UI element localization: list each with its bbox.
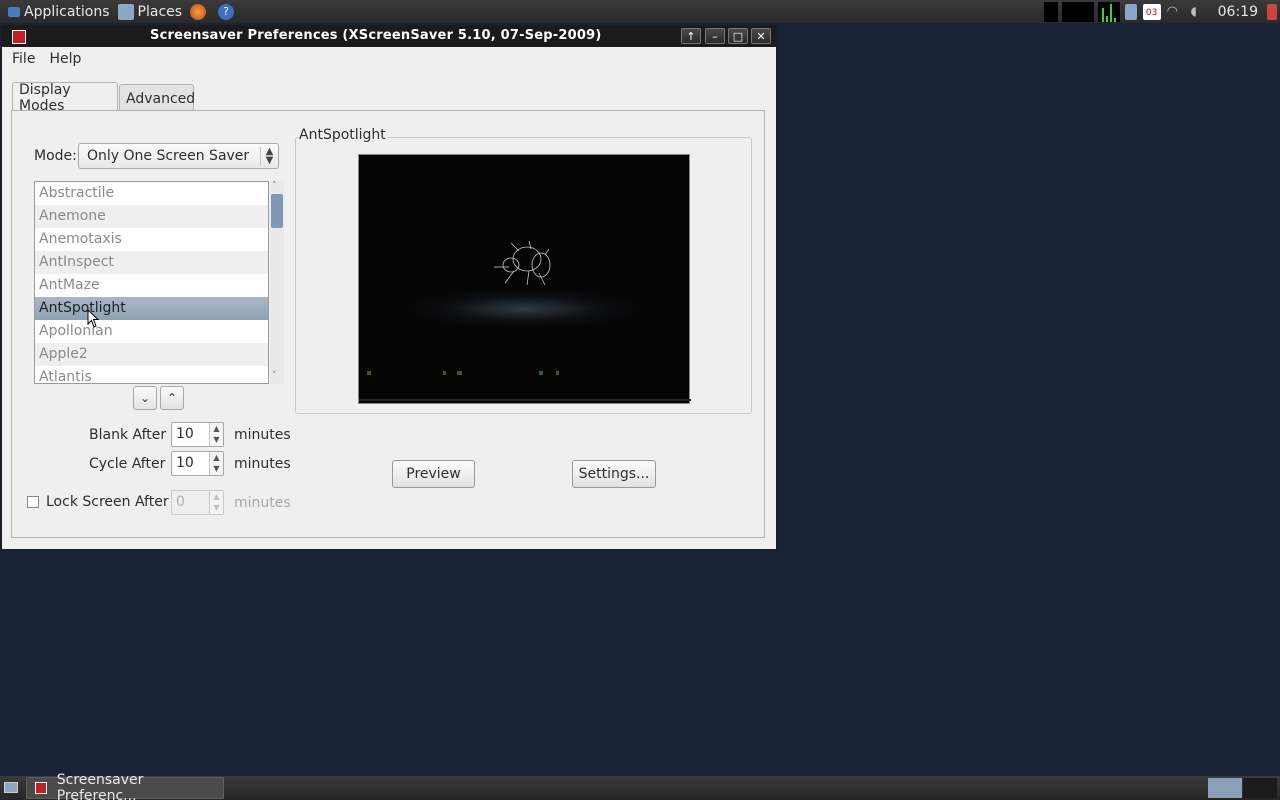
mode-label: Mode: (34, 148, 77, 164)
memory-graph-icon (1061, 1, 1094, 22)
firefox-launcher[interactable] (186, 0, 214, 23)
app-icon[interactable] (12, 30, 26, 44)
settings-button-label: Settings... (578, 466, 650, 482)
scroll-up-icon[interactable]: ˄ (272, 181, 277, 191)
maximize-icon[interactable]: □ (728, 28, 748, 44)
system-tray: 03 ◠ ◖ 06:19 (1042, 0, 1280, 23)
list-item[interactable]: Atlantis (35, 366, 268, 383)
places-menu[interactable]: Places (114, 0, 187, 23)
ant-image (359, 240, 691, 401)
list-item[interactable]: Anemone (35, 205, 268, 228)
move-down-button[interactable]: ⌄ (133, 386, 157, 410)
preview-frame-label: AntSpotlight (299, 127, 388, 143)
cycle-after-spinner[interactable]: 10 ▲ ▼ (171, 451, 224, 476)
saver-list[interactable]: Abstractile Anemone Anemotaxis AntInspec… (34, 181, 269, 384)
raise-icon[interactable]: ↑ (681, 28, 701, 44)
lock-screen-checkbox[interactable] (27, 496, 39, 508)
title-bar[interactable]: Screensaver Preferences (XScreenSaver 5.… (2, 26, 776, 47)
help-launcher[interactable]: ? (214, 0, 242, 23)
logout-icon[interactable] (1267, 3, 1277, 20)
blank-after-label: Blank After (89, 427, 167, 443)
taskbar-button[interactable]: Screensaver Preferenc... (26, 772, 224, 800)
list-item-selected[interactable]: AntSpotlight (35, 297, 268, 320)
calendar-icon[interactable]: 03 (1142, 3, 1161, 20)
lock-screen-label[interactable]: Lock Screen After (46, 494, 169, 510)
blank-unit: minutes (234, 427, 291, 443)
lock-after-spinner: 0 ▲ ▼ (171, 490, 224, 515)
tab-advanced[interactable]: Advanced (119, 84, 196, 112)
blank-after-spinner[interactable]: 10 ▲ ▼ (171, 422, 224, 447)
cpu-graph-icon (1043, 1, 1058, 22)
applications-menu[interactable]: Applications (0, 0, 114, 23)
menu-help[interactable]: Help (49, 51, 81, 67)
places-label: Places (137, 3, 183, 20)
window-title: Screensaver Preferences (XScreenSaver 5.… (150, 28, 602, 43)
list-item[interactable]: AntInspect (35, 251, 268, 274)
tab-display-modes-label: Display Modes (19, 81, 71, 114)
preview-screen (358, 154, 691, 404)
list-item[interactable]: Abstractile (35, 182, 268, 205)
workspace-2[interactable] (1243, 778, 1277, 798)
app-icon (35, 782, 47, 794)
mode-dropdown[interactable]: Only One Screen Saver ▲ ▼ (78, 143, 279, 169)
move-up-button[interactable]: ⌃ (160, 386, 184, 410)
list-item[interactable]: AntMaze (35, 274, 268, 297)
chevron-up-icon: ⌃ (166, 391, 178, 405)
firefox-icon (190, 3, 207, 20)
menu-bar: File Help (2, 47, 776, 71)
minimize-icon[interactable]: – (705, 28, 725, 44)
help-icon: ? (218, 3, 235, 20)
mouse-pointer-icon (87, 309, 99, 328)
spin-arrows-icon: ▲ ▼ (209, 491, 223, 514)
volume-icon[interactable]: ◖ (1191, 4, 1209, 20)
cycle-after-label: Cycle After (89, 456, 166, 472)
close-icon[interactable]: ✕ (751, 28, 771, 44)
taskbar-button-label: Screensaver Preferenc... (56, 772, 144, 800)
network-graph-icon (1097, 1, 1120, 22)
spin-arrows-icon[interactable]: ▲ ▼ (209, 452, 223, 475)
preview-button-label: Preview (406, 466, 461, 482)
applications-icon (8, 6, 20, 17)
applications-label: Applications (24, 3, 110, 20)
list-scrollbar[interactable]: ˄ ˅ (270, 181, 284, 384)
cycle-unit: minutes (234, 456, 291, 472)
list-item[interactable]: Apollonian (35, 320, 268, 343)
spin-arrows-icon[interactable]: ▲ ▼ (209, 423, 223, 446)
list-item[interactable]: Anemotaxis (35, 228, 268, 251)
top-panel: Applications Places ? 03 ◠ ◖ 06:19 (0, 0, 1280, 23)
scroll-down-icon[interactable]: ˅ (272, 371, 277, 381)
bottom-panel: Screensaver Preferenc... (0, 772, 1280, 800)
tab-display-modes[interactable]: Display Modes (12, 81, 118, 114)
show-desktop-icon[interactable] (4, 782, 18, 793)
places-icon (117, 3, 134, 20)
drive-icon[interactable] (1124, 3, 1137, 20)
mode-selected: Only One Screen Saver (87, 148, 250, 164)
menu-file[interactable]: File (12, 51, 35, 67)
tab-advanced-label: Advanced (126, 90, 196, 107)
wifi-icon[interactable]: ◠ (1167, 4, 1185, 20)
preview-button[interactable]: Preview (392, 460, 475, 488)
workspace-1[interactable] (1208, 778, 1242, 798)
clock[interactable]: 06:19 (1218, 4, 1258, 20)
blank-after-value: 10 (176, 426, 194, 442)
updown-icon: ▲ ▼ (260, 147, 278, 166)
lock-after-value: 0 (176, 494, 185, 510)
cycle-after-value: 10 (176, 455, 194, 471)
lock-unit: minutes (234, 495, 291, 511)
calendar-day: 03 (1145, 7, 1158, 18)
chevron-down-icon: ⌄ (139, 391, 151, 405)
list-item[interactable]: Apple2 (35, 343, 268, 366)
scroll-thumb[interactable] (271, 194, 283, 228)
settings-button[interactable]: Settings... (572, 460, 656, 488)
